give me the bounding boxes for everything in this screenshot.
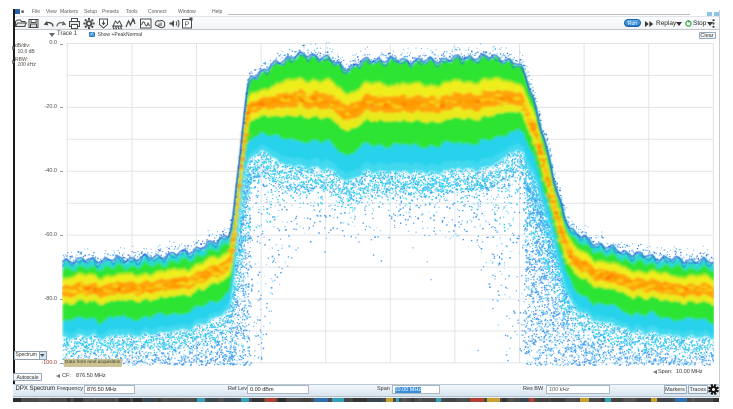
svg-text:P: P [185,22,190,29]
